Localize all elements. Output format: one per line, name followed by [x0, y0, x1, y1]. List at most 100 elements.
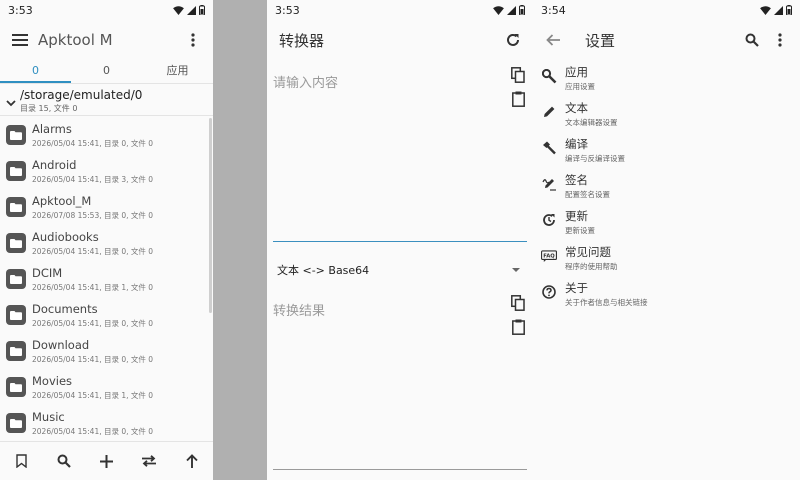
svg-text:FAQ: FAQ: [543, 253, 555, 259]
refresh-icon[interactable]: [499, 26, 527, 54]
file-name: Apktool_M: [32, 193, 92, 208]
file-meta: 2026/05/04 15:41, 目录 0, 文件 0: [32, 426, 154, 436]
signal-icon: [187, 5, 196, 15]
tab-bar: 0 0 应用: [0, 60, 213, 84]
file-name: Android: [32, 157, 77, 172]
list-item[interactable]: Apktool_M 2026/07/08 15:53, 目录 0, 文件 0: [0, 189, 213, 225]
menu-icon[interactable]: [6, 26, 34, 54]
file-meta: 2026/05/04 15:41, 目录 0, 文件 0: [32, 318, 154, 328]
file-name: Audiobooks: [32, 229, 99, 244]
input-placeholder: 请输入内容: [273, 76, 339, 91]
file-meta: 2026/05/04 15:41, 目录 0, 文件 0: [32, 246, 154, 256]
app-bar: 转换器: [267, 20, 533, 60]
conversion-mode-value: 文本 <-> Base64: [277, 264, 370, 277]
list-item[interactable]: Music 2026/05/04 15:41, 目录 0, 文件 0: [0, 405, 213, 441]
settings-list: 应用 应用设置 文本文本编辑器设置 编译 编译与反编译设置 签名 配置签名设置 更新更…: [533, 64, 800, 316]
current-path[interactable]: /storage/emulated/0 目录 15, 文件 0: [0, 84, 213, 116]
wifi-icon: [760, 5, 771, 15]
tab-1[interactable]: 0: [71, 60, 142, 83]
folder-icon: [6, 341, 26, 361]
pencil-icon: [541, 104, 557, 120]
search-icon[interactable]: [738, 26, 766, 54]
folder-icon: [6, 377, 26, 397]
settings-screen: 3:54 设置 应用 应用设置 文本 文本编辑器设置 编译 编译与反编译设置 签…: [533, 0, 800, 480]
back-arrow-icon[interactable]: [539, 26, 567, 54]
settings-item-update[interactable]: 更新 更新设置: [533, 208, 800, 244]
scrollbar[interactable]: [209, 118, 212, 313]
file-name: Alarms: [32, 121, 72, 136]
battery-icon: [199, 5, 205, 15]
dropdown-arrow-icon: [512, 268, 520, 272]
status-bar: 3:53: [267, 0, 533, 20]
converter-screen: 3:53 转换器 请输入内容 文本 <-> Base64 转换结果: [267, 0, 533, 480]
wifi-icon: [493, 5, 504, 15]
settings-item-about[interactable]: 关于 关于作者信息与相关链接: [533, 280, 800, 316]
settings-item-title: 常见问题: [565, 245, 611, 259]
file-meta: 2026/05/04 15:41, 目录 0, 文件 0: [32, 354, 154, 364]
status-bar: 3:53: [0, 0, 213, 20]
settings-item-subtitle: 更新设置: [565, 226, 595, 235]
signal-icon: [774, 5, 783, 15]
paste-icon[interactable]: [509, 90, 527, 108]
path-summary: 目录 15, 文件 0: [20, 104, 78, 113]
settings-item-title: 应用: [565, 65, 588, 79]
more-options-icon[interactable]: [179, 26, 207, 54]
add-icon[interactable]: [92, 447, 120, 475]
settings-item-signature[interactable]: 签名 配置签名设置: [533, 172, 800, 208]
signature-icon: [541, 176, 557, 192]
list-item[interactable]: Movies 2026/05/04 15:41, 目录 1, 文件 0: [0, 369, 213, 405]
arrow-up-icon[interactable]: [178, 447, 206, 475]
list-item[interactable]: Download 2026/05/04 15:41, 目录 0, 文件 0: [0, 333, 213, 369]
list-item[interactable]: Alarms 2026/05/04 15:41, 目录 0, 文件 0: [0, 117, 213, 153]
settings-item-title: 编译: [565, 137, 588, 151]
folder-icon: [6, 413, 26, 433]
settings-item-title: 文本: [565, 101, 588, 115]
list-item[interactable]: Android 2026/05/04 15:41, 目录 3, 文件 0: [0, 153, 213, 189]
file-meta: 2026/05/04 15:41, 目录 3, 文件 0: [32, 174, 154, 184]
tab-apps[interactable]: 应用: [142, 60, 213, 83]
file-name: DCIM: [32, 265, 63, 280]
file-meta: 2026/05/04 15:41, 目录 1, 文件 0: [32, 282, 154, 292]
file-name: Download: [32, 337, 90, 352]
list-item[interactable]: Documents 2026/05/04 15:41, 目录 0, 文件 0: [0, 297, 213, 333]
tab-0[interactable]: 0: [0, 60, 71, 83]
settings-item-subtitle: 程序的使用帮助: [565, 262, 618, 271]
settings-item-apps[interactable]: 应用 应用设置: [533, 64, 800, 100]
search-icon[interactable]: [50, 447, 78, 475]
copy-icon[interactable]: [509, 66, 527, 84]
hammer-icon: [541, 140, 557, 156]
settings-item-compile[interactable]: 编译 编译与反编译设置: [533, 136, 800, 172]
status-time: 3:53: [275, 3, 300, 17]
bookmark-icon[interactable]: [7, 447, 35, 475]
settings-item-subtitle: 文本编辑器设置: [565, 118, 618, 127]
file-name: Documents: [32, 301, 98, 316]
list-item[interactable]: DCIM 2026/05/04 15:41, 目录 1, 文件 0: [0, 261, 213, 297]
conversion-mode-select[interactable]: 文本 <-> Base64: [273, 258, 527, 282]
file-meta: 2026/05/04 15:41, 目录 0, 文件 0: [32, 138, 154, 148]
result-placeholder: 转换结果: [273, 304, 326, 319]
battery-icon: [786, 5, 792, 15]
file-meta: 2026/07/08 15:53, 目录 0, 文件 0: [32, 210, 154, 220]
folder-icon: [6, 161, 26, 181]
input-field[interactable]: 请输入内容: [273, 62, 527, 242]
more-options-icon[interactable]: [766, 26, 794, 54]
paste-icon[interactable]: [509, 318, 527, 336]
wrench-icon: [541, 68, 557, 84]
swap-icon[interactable]: [135, 447, 163, 475]
app-title: Apktool M: [38, 31, 113, 49]
folder-icon: [6, 269, 26, 289]
list-item[interactable]: Audiobooks 2026/05/04 15:41, 目录 0, 文件 0: [0, 225, 213, 261]
divider-scrim: [213, 0, 267, 480]
folder-icon: [6, 125, 26, 145]
help-circle-icon: [541, 284, 557, 300]
battery-icon: [519, 5, 525, 15]
settings-item-text[interactable]: 文本 文本编辑器设置: [533, 100, 800, 136]
folder-icon: [6, 197, 26, 217]
settings-item-faq[interactable]: FAQ 常见问题程序的使用帮助: [533, 244, 800, 280]
bottom-toolbar: [0, 441, 213, 480]
file-name: Music: [32, 409, 65, 424]
result-field[interactable]: 转换结果: [273, 290, 527, 470]
settings-item-subtitle: 配置签名设置: [565, 190, 610, 199]
copy-icon[interactable]: [509, 294, 527, 312]
signal-icon: [507, 5, 516, 15]
